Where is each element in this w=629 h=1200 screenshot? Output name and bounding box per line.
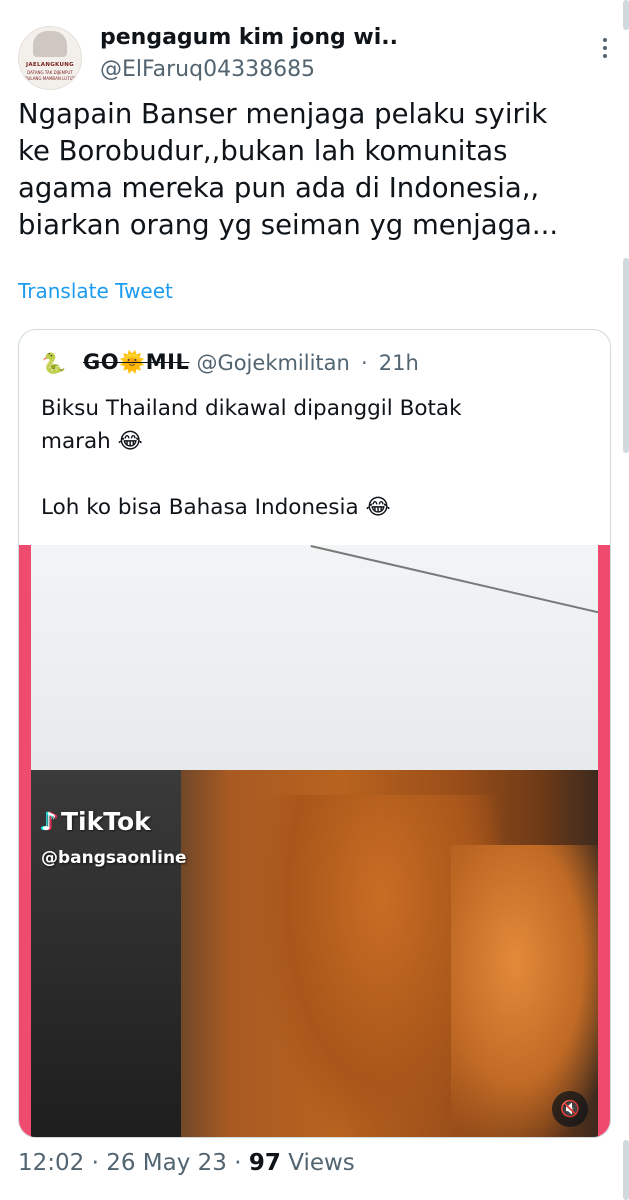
scrollbar-thumb-bottom[interactable]	[623, 1140, 629, 1200]
quoted-tweet-card[interactable]: 🐍 GO🌞MIL @Gojekmilitan · 21h Biksu Thail…	[18, 329, 611, 1138]
scrollbar-thumb[interactable]	[623, 258, 629, 453]
author-handle[interactable]: @ElFaruq04338685	[100, 57, 315, 82]
tweet-text: Ngapain Banser menjaga pelaku syirik ke …	[18, 98, 559, 241]
quoted-handle[interactable]: @Gojekmilitan	[196, 351, 349, 375]
quoted-tweet-header: 🐍 GO🌞MIL @Gojekmilitan · 21h	[41, 350, 419, 380]
avatar-text-line1: JAELANGKUNG	[26, 62, 74, 68]
quoted-display-name[interactable]: GO🌞MIL	[83, 350, 189, 375]
meta-separator: ·	[91, 1150, 99, 1176]
tweet-meta: 12:02 · 26 May 23 · 97 Views	[18, 1150, 355, 1176]
scrollbar-thumb-top[interactable]	[623, 0, 629, 30]
views-count[interactable]: 97	[249, 1150, 281, 1176]
avatar-figure	[33, 31, 67, 57]
translate-tweet-link[interactable]: Translate Tweet	[18, 279, 173, 303]
tweet-header: JAELANGKUNG DATANG TAK DIJEMPUT PULANG M…	[18, 20, 618, 90]
author-display-name[interactable]: pengagum kim jong wi..	[100, 25, 398, 50]
tiktok-brand: TikTok	[60, 807, 151, 836]
views-label[interactable]: Views	[288, 1150, 355, 1176]
avatar-text-line3: PULANG MAMBAN LUTUT	[25, 76, 75, 81]
tiktok-note-icon: ♪	[41, 807, 57, 836]
video-player[interactable]: ♪ TikTok @bangsaonline 🔇	[31, 545, 598, 1137]
tiktok-watermark: ♪ TikTok	[41, 807, 151, 836]
avatar-text-line2: DATANG TAK DIJEMPUT	[27, 70, 73, 75]
tweet-date[interactable]: 26 May 23	[106, 1150, 227, 1176]
video-sky	[31, 545, 598, 770]
quoted-tweet-text: Biksu Thailand dikawal dipanggil Botak m…	[41, 396, 462, 520]
quoted-timestamp[interactable]: 21h	[379, 351, 419, 375]
tweet-time[interactable]: 12:02	[18, 1150, 84, 1176]
meta-separator: ·	[234, 1150, 242, 1176]
author-avatar[interactable]: JAELANGKUNG DATANG TAK DIJEMPUT PULANG M…	[18, 26, 82, 90]
quoted-media[interactable]: ♪ TikTok @bangsaonline 🔇	[19, 545, 610, 1137]
quoted-separator: ·	[360, 350, 368, 375]
more-options-icon[interactable]	[600, 38, 610, 62]
quoted-avatar-icon[interactable]: 🐍	[41, 351, 66, 375]
tiktok-handle: @bangsaonline	[41, 848, 187, 868]
mute-icon[interactable]: 🔇	[552, 1091, 588, 1127]
